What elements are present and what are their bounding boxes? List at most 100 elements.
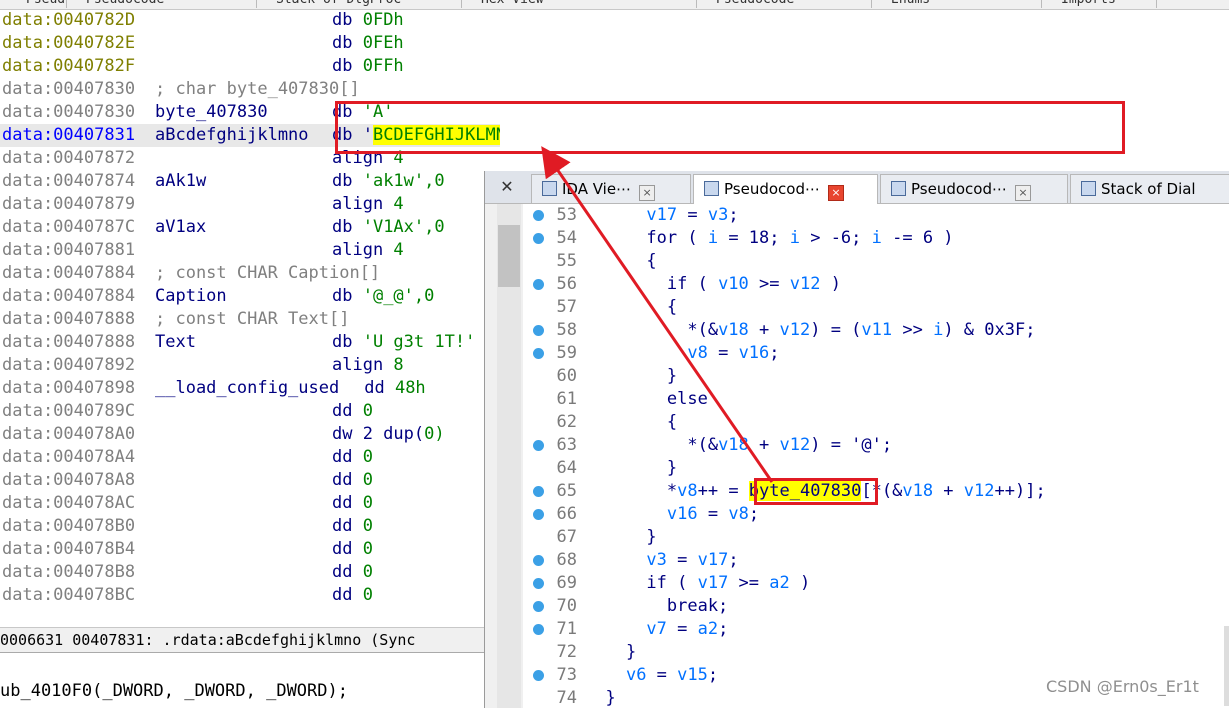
listing-row[interactable]: data:00407830 ; char byte_407830[] [0,78,500,101]
code-line[interactable]: v8 = v16; [585,342,779,365]
breakpoint-marker[interactable] [533,601,544,612]
top-tab[interactable]: Imports [1055,0,1157,8]
listing-row[interactable]: data:00407898 __load_config_used dd 48h [0,377,500,400]
instruction-mnemonic: dd [332,562,363,582]
listing-row[interactable]: data:004078B0 dd 0 [0,515,500,538]
top-tab[interactable]: Enums [885,0,1042,8]
code-line[interactable]: else [585,388,708,411]
instruction-operand: 4 [393,194,404,214]
listing-label[interactable]: Caption [155,285,227,308]
code-line[interactable]: for ( i = 18; i > -6; i -= 6 ) [585,227,953,250]
listing-row[interactable]: data:00407888 ; const CHAR Text[] [0,308,500,331]
instruction-operand: 0 [362,447,373,467]
tab-close-icon[interactable]: × [827,185,844,201]
listing-row[interactable]: data:00407831 aBcdefghijklmno db 'BCDEFGHI… [0,124,500,147]
view-icon [1081,181,1096,196]
listing-row[interactable]: data:00407884 Caption db '@_@',0 [0,285,500,308]
ida-disassembly-view[interactable]: data:0040782D db 0FDh data:0040782E db 0FEh… [0,9,500,623]
code-line[interactable]: if ( v17 >= a2 ) [585,572,810,595]
listing-row[interactable]: data:004078A8 dd 0 [0,469,500,492]
listing-label[interactable]: aV1ax [155,216,206,239]
listing-address: data:00407874 [2,171,136,191]
tab-close-icon[interactable]: × [639,185,656,201]
tab-pseudocode[interactable]: Pseudocod⋯ × [693,174,878,204]
listing-row[interactable]: data:00407881 align 4 [0,239,500,262]
breakpoint-marker[interactable] [533,509,544,520]
code-line[interactable]: *(&v18 + v12) = '@'; [585,434,892,457]
close-icon[interactable]: ✕ [497,177,517,197]
tab-ida-view[interactable]: IDA Vie⋯ × [531,174,691,203]
listing-row[interactable]: data:0040787C aV1ax db 'V1Ax',0 [0,216,500,239]
listing-row[interactable]: data:004078BC dd 0 [0,584,500,607]
tab-close-icon[interactable]: × [1014,185,1031,201]
listing-row[interactable]: data:00407879 align 4 [0,193,500,216]
code-line[interactable]: v6 = v15; [585,664,718,687]
code-line[interactable]: } [585,687,615,708]
listing-address: data:00407888 [2,309,136,329]
listing-row[interactable]: data:00407892 align 8 [0,354,500,377]
listing-address: data:004078AC [2,493,136,513]
code-line[interactable]: } [585,641,636,664]
byte-407830-reference[interactable]: byte_407830 [748,481,862,501]
instruction-operand: 0) [424,424,445,444]
breakpoint-marker[interactable] [533,233,544,244]
code-line[interactable]: v16 = v8; [585,503,759,526]
breakpoint-marker[interactable] [533,279,544,290]
listing-row[interactable]: data:004078B8 dd 0 [0,561,500,584]
listing-row[interactable]: data:0040789C dd 0 [0,400,500,423]
code-line[interactable]: if ( v10 >= v12 ) [585,273,841,296]
listing-row[interactable]: data:00407874 aAk1w db 'ak1w',0 [0,170,500,193]
breakpoint-marker[interactable] [533,486,544,497]
listing-row[interactable]: data:0040782F db 0FFh [0,55,500,78]
breakpoint-marker[interactable] [533,210,544,221]
right-scrollbar[interactable] [1224,626,1229,706]
listing-row[interactable]: data:004078B4 dd 0 [0,538,500,561]
code-line[interactable]: v7 = a2; [585,618,728,641]
listing-comment: ; const CHAR Text[] [155,309,350,329]
top-tab[interactable]: Stack of DlgProc [270,0,462,8]
listing-instruction: dd 0 [332,446,373,469]
top-tab[interactable]: Hex View [475,0,697,8]
breakpoint-marker[interactable] [533,578,544,589]
listing-row[interactable]: data:004078A4 dd 0 [0,446,500,469]
listing-instruction: db 'U g3t 1T!' [332,331,475,354]
tab-stack-of-dialog[interactable]: Stack of Dial [1070,174,1229,203]
listing-row[interactable]: data:00407830byte_407830db 'A'; DATA XRE… [0,101,500,124]
listing-label[interactable]: Text [155,331,196,354]
breakpoint-marker[interactable] [533,624,544,635]
breakpoint-marker[interactable] [533,325,544,336]
code-line[interactable]: *(&v18 + v12) = (v11 >> i) & 0x3F; [585,319,1035,342]
listing-label[interactable]: byte_407830 [155,101,268,124]
listing-row[interactable]: data:00407884 ; const CHAR Caption[] [0,262,500,285]
listing-label[interactable]: __load_config_used [155,377,339,400]
listing-label[interactable]: aBcdefghijklmno [155,124,309,147]
listing-row[interactable]: data:00407888 Text db 'U g3t 1T!' [0,331,500,354]
code-line[interactable]: { [585,250,656,273]
code-line[interactable]: } [585,365,677,388]
top-tab[interactable]: Pseudocode [80,0,257,8]
top-tab[interactable]: Pseudocode [710,0,872,8]
scrollbar-thumb[interactable] [498,225,520,287]
listing-label[interactable]: aAk1w [155,170,206,193]
code-line[interactable]: { [585,411,677,434]
line-number: 64 [556,458,577,478]
listing-row[interactable]: data:004078A0 dw 2 dup(0) [0,423,500,446]
listing-row[interactable]: data:004078AC dd 0 [0,492,500,515]
breakpoint-marker[interactable] [533,348,544,359]
code-line[interactable]: break; [585,595,728,618]
code-line[interactable]: *v8++ = byte_407830[*(&v18 + v12++)]; [585,480,1046,503]
top-tab[interactable]: Pseudocode [20,0,67,8]
listing-row[interactable]: data:00407872 align 4 [0,147,500,170]
instruction-operand: 0FEh [362,33,404,53]
breakpoint-marker[interactable] [533,555,544,566]
code-line[interactable]: } [585,526,656,549]
breakpoint-marker[interactable] [533,670,544,681]
listing-row[interactable]: data:0040782E db 0FEh [0,32,500,55]
tab-pseudocode[interactable]: Pseudocod⋯ × [880,174,1068,203]
code-line[interactable]: v17 = v3; [585,204,738,227]
code-line[interactable]: { [585,296,677,319]
code-line[interactable]: v3 = v17; [585,549,738,572]
listing-row[interactable]: data:0040782D db 0FDh [0,9,500,32]
breakpoint-marker[interactable] [533,440,544,451]
code-line[interactable]: } [585,457,677,480]
